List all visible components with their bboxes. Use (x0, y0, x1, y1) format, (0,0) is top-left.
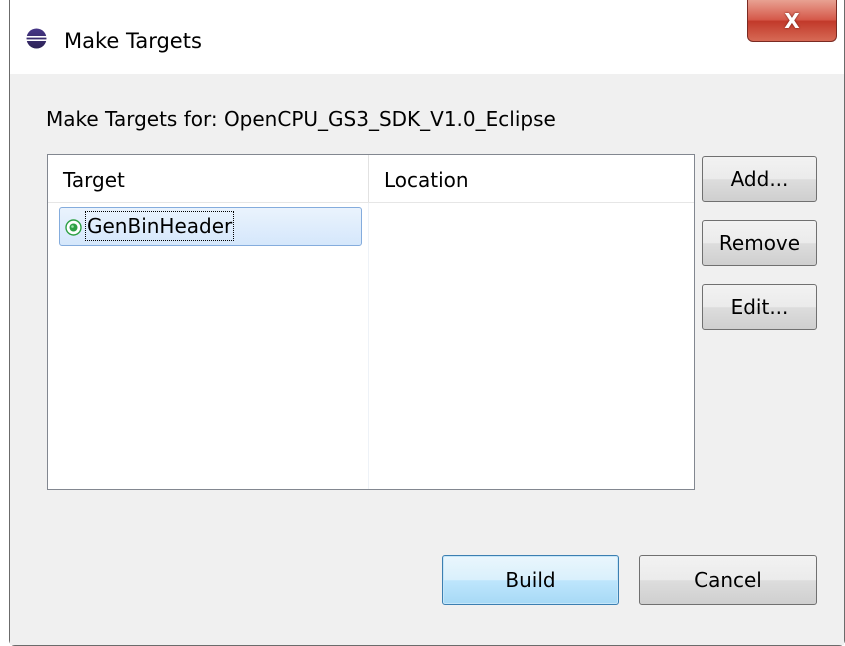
cancel-button[interactable]: Cancel (639, 555, 817, 605)
target-name: GenBinHeader (84, 211, 235, 241)
make-targets-dialog: Make Targets X Make Targets for: OpenCPU… (9, 0, 845, 646)
dialog-heading: Make Targets for: OpenCPU_GS3_SDK_V1.0_E… (46, 107, 556, 131)
dialog-body: Make Targets for: OpenCPU_GS3_SDK_V1.0_E… (10, 74, 844, 645)
close-button[interactable]: X (747, 0, 837, 42)
add-button[interactable]: Add... (702, 156, 817, 202)
table-row[interactable]: GenBinHeader (59, 207, 362, 246)
close-icon: X (784, 8, 800, 33)
column-header-location[interactable]: Location (368, 155, 695, 202)
title-bar[interactable]: Make Targets X (10, 0, 844, 74)
remove-button[interactable]: Remove (702, 220, 817, 266)
column-header-target[interactable]: Target (48, 155, 368, 202)
make-target-icon (65, 219, 82, 236)
table-header: Target Location (48, 155, 694, 203)
targets-table[interactable]: Target Location GenBinHeader (47, 154, 695, 490)
column-divider (368, 203, 369, 489)
eclipse-icon (26, 28, 47, 49)
window-title: Make Targets (64, 29, 202, 53)
edit-button[interactable]: Edit... (702, 284, 817, 330)
build-button[interactable]: Build (442, 555, 619, 605)
